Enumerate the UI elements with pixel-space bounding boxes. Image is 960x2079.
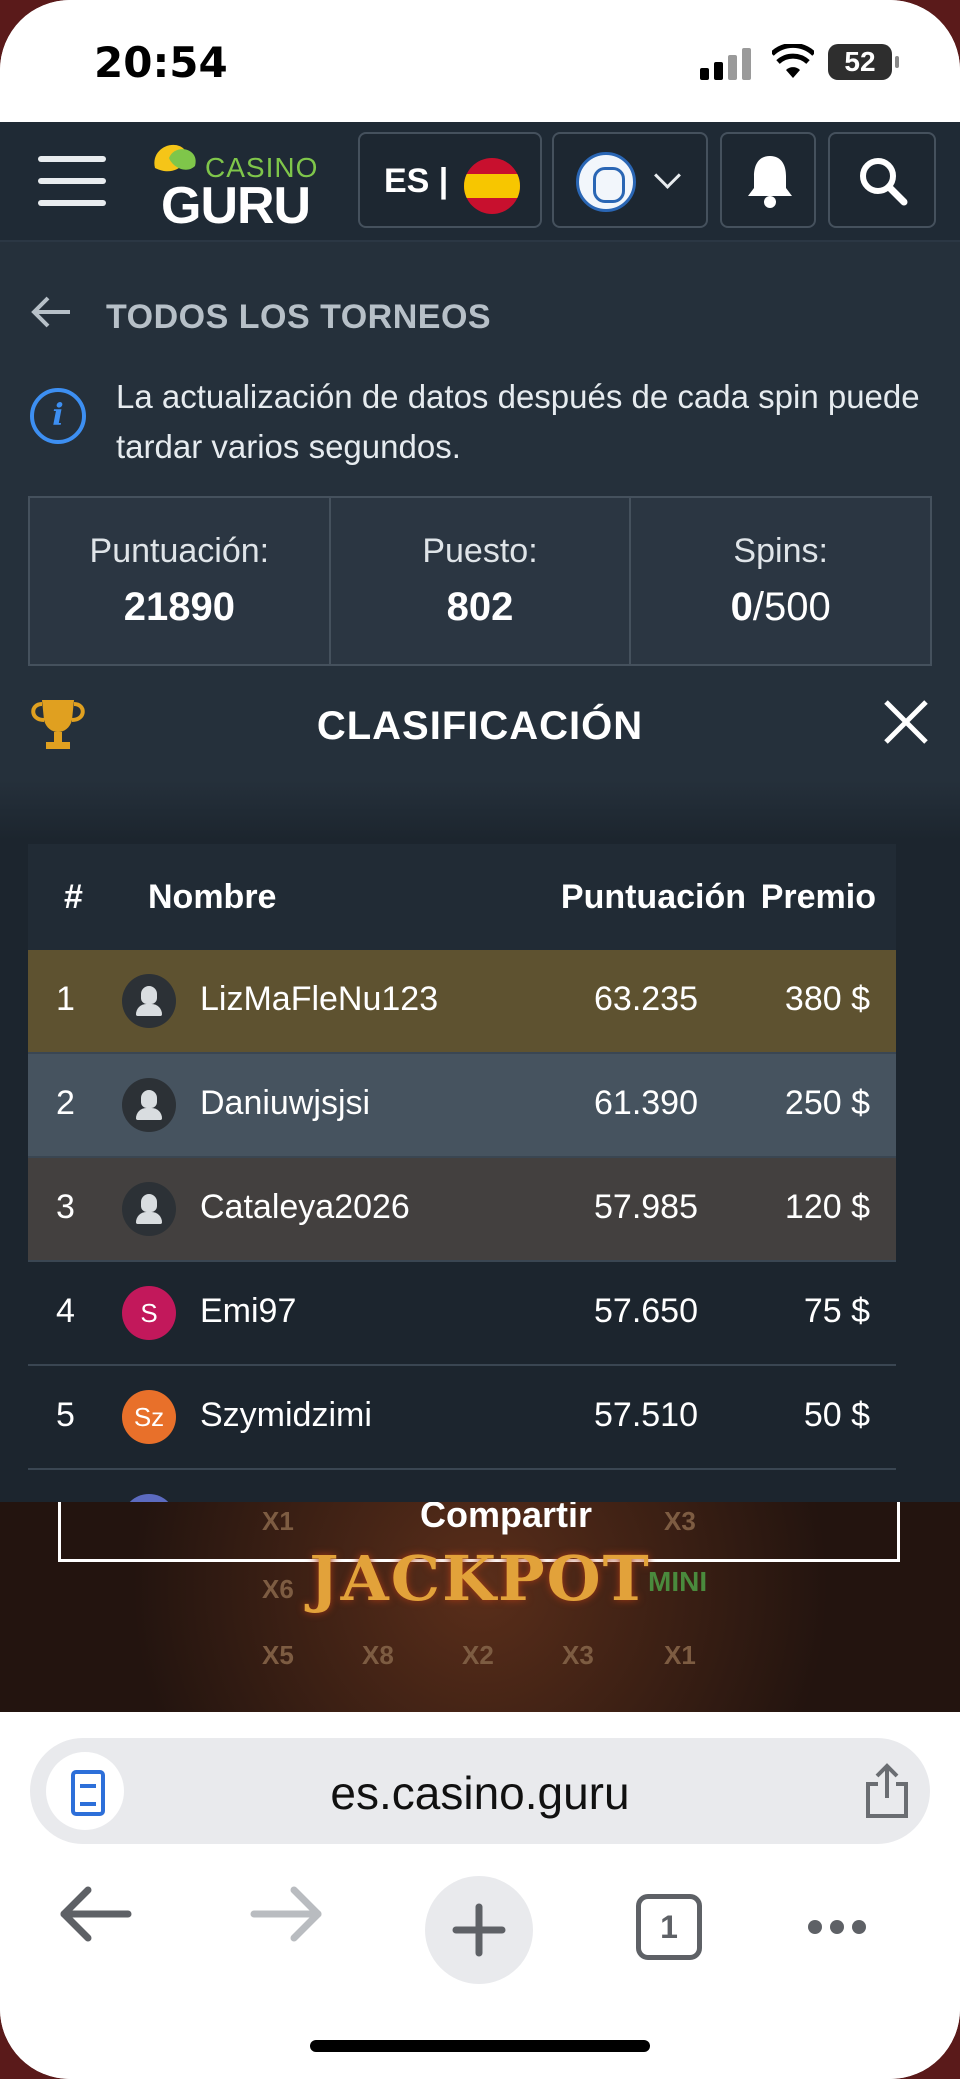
player-name: LizMaFleNu123 [200,980,439,1018]
stat-value: 21890 [123,585,235,629]
back-link-label: TODOS LOS TORNEOS [106,298,492,336]
multiplier-label: X8 [362,1640,394,1670]
forward-arrow-icon[interactable] [250,1884,324,1944]
club-selector[interactable] [552,132,708,228]
score-cell: 63.235 [594,980,698,1018]
stat-position: Puesto: 802 [330,498,632,664]
url-text: es.casino.guru [330,1767,630,1819]
back-arrow-icon[interactable] [58,1884,132,1944]
stat-value: 802 [446,585,514,629]
avatar [122,1182,176,1236]
table-row[interactable]: 3 Cataleya2026 57.985 120 $ [28,1158,896,1262]
prize-cell: 50 $ [803,1396,870,1434]
avatar [122,1078,176,1132]
player-name: Daniuwjsjsi [200,1084,371,1122]
avatar: Z [122,1494,176,1502]
status-time: 20:54 [94,38,228,87]
language-label: ES | [384,162,449,200]
info-icon: i [30,388,86,444]
player-name: Szymidzimi [200,1396,372,1434]
table-row[interactable]: 4 S Emi97 57.650 75 $ [28,1262,896,1366]
club-badge-icon [576,152,636,212]
prize-cell: 250 $ [784,1084,870,1122]
menu-icon[interactable] [38,156,106,206]
share-label: Compartir [420,1502,593,1535]
score-cell: 61.390 [594,1084,698,1122]
home-indicator [310,2040,650,2052]
casino-guru-logo[interactable]: CASINO GURU [145,138,335,235]
leaderboard-table[interactable]: # Nombre Puntuación Premio 1 LizMaFleNu12… [0,780,960,1502]
col-name: Nombre [148,878,277,916]
table-row[interactable]: 2 Daniuwjsjsi 61.390 250 $ [28,1054,896,1158]
stat-value: 0/500 [730,585,831,629]
col-score: Puntuación [560,878,746,916]
multiplier-label: X3 [562,1640,594,1670]
share-icon[interactable] [862,1762,912,1820]
jackpot-logo: JACKPOT [309,1542,651,1615]
col-rank: # [64,878,83,916]
stats-panel: Puntuación: 21890 Puesto: 802 Spins: 0/5… [28,496,932,666]
status-bar: 20:54 52 [0,0,960,122]
bell-icon [748,156,792,208]
multiplier-label: X3 [664,1506,696,1536]
arrow-left-icon [31,296,70,328]
phone-screen: 20:54 52 CASINO GURU ES | TODOS LOS TORN… [0,0,960,2079]
multiplier-label: X1 [262,1506,294,1536]
logo-text-guru: GURU [161,177,311,235]
col-prize: Premio [760,878,876,916]
rank-cell: 4 [56,1292,75,1330]
site-header: CASINO GURU ES | [0,122,960,242]
score-cell: 57.510 [594,1396,698,1434]
address-bar[interactable]: es.casino.guru [30,1738,930,1844]
rank-cell: 3 [56,1188,75,1226]
language-selector[interactable]: ES | [358,132,542,228]
multiplier-label: X6 [262,1574,294,1604]
spain-flag-icon [464,158,520,214]
table-header: # Nombre Puntuación Premio [28,844,896,952]
multiplier-label: X1 [664,1640,696,1670]
chevron-down-icon [654,162,681,189]
avatar [122,974,176,1028]
tabs-button[interactable]: 1 [636,1894,702,1960]
stat-spins: Spins: 0/500 [631,498,931,664]
search-icon [860,158,908,206]
stat-label: Puntuación: [89,532,270,570]
player-name: Cataleya2026 [200,1188,410,1226]
stat-label: Puesto: [422,532,538,570]
tournament-panel: TODOS LOS TORNEOS i La actualización de … [0,242,960,1502]
search-button[interactable] [828,132,936,228]
score-cell: 57.650 [594,1292,698,1330]
table-row[interactable]: 1 LizMaFleNu123 63.235 380 $ [28,950,896,1054]
more-options-icon[interactable] [808,1920,874,1939]
notifications-button[interactable] [720,132,816,228]
prize-cell: 120 $ [784,1188,870,1226]
new-tab-button[interactable] [425,1876,533,1984]
wifi-icon [772,44,814,78]
stat-score: Puntuación: 21890 [30,498,331,664]
game-background: Compartir JACKPOT X1 X3 X6 X5 X8 X2 X3 X… [0,1502,960,1712]
rank-cell: 5 [56,1396,75,1434]
rank-cell: 1 [56,980,75,1018]
leaderboard-title: CLASIFICACIÓN [316,704,644,748]
battery-indicator: 52 [828,44,899,80]
leaderboard-header: CLASIFICACIÓN [0,666,960,780]
avatar: Sz [122,1390,176,1444]
table-row[interactable]: 5 Sz Szymidzimi 57.510 50 $ [28,1366,896,1470]
avatar: S [122,1286,176,1340]
mini-label: MINI [648,1566,708,1597]
rank-cell: 2 [56,1084,75,1122]
table-row[interactable]: 6ZZorro560355.53535 $ [28,1470,896,1502]
prize-cell: 380 $ [784,980,870,1018]
multiplier-label: X2 [462,1640,494,1670]
signal-icon [700,46,752,80]
browser-toolbar: es.casino.guru 1 [0,1712,960,2079]
stat-label: Spins: [733,532,828,570]
info-notice: La actualización de datos después de cad… [116,378,920,465]
prize-cell: 75 $ [803,1292,870,1330]
score-cell: 57.985 [594,1188,698,1226]
plus-icon [452,1903,506,1957]
multiplier-label: X5 [262,1640,294,1670]
close-icon[interactable] [882,698,930,746]
player-name: Emi97 [200,1292,297,1330]
